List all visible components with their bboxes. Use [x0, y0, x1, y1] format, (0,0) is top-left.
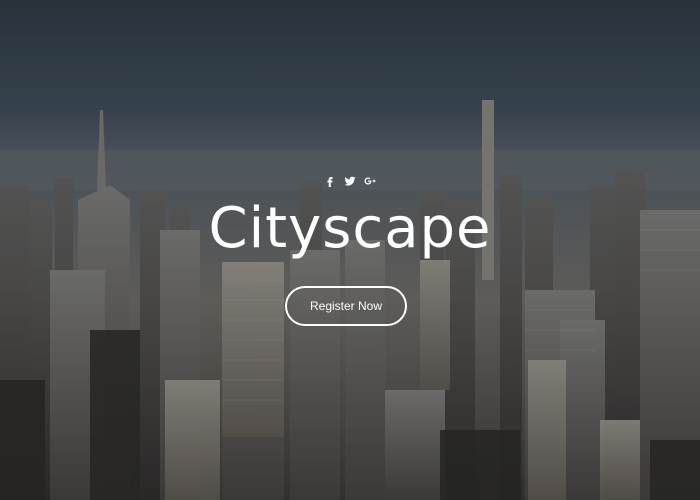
- register-now-button[interactable]: Register Now: [285, 286, 407, 326]
- hero-section: Cityscape Register Now: [0, 0, 700, 500]
- google-plus-icon[interactable]: [363, 174, 377, 188]
- hero-content: Cityscape Register Now: [0, 0, 700, 500]
- site-title: Cityscape: [208, 196, 492, 261]
- social-links: [0, 174, 700, 188]
- facebook-icon[interactable]: [323, 174, 337, 188]
- twitter-icon[interactable]: [343, 174, 357, 188]
